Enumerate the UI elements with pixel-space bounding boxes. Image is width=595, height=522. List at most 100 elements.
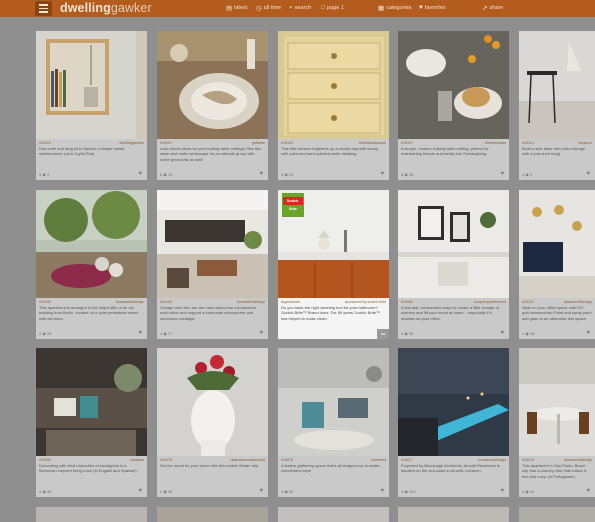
- post-stats-text: 4 ◉ 30: [401, 331, 414, 336]
- post-thumbnail[interactable]: [519, 348, 595, 456]
- post-card[interactable]: #19082 sumperrypreference A few fast, ine…: [398, 190, 509, 339]
- post-card[interactable]: #19076 homeworlddesign This apartment in …: [519, 348, 595, 497]
- post-card[interactable]: #19077 homeworlddesign Projected by Blomi…: [398, 348, 509, 497]
- nav-page[interactable]: □ page 1: [321, 4, 344, 11]
- post-description[interactable]: This little dresser brightens up a cloud…: [281, 146, 386, 168]
- post-stats-text: 8 ◉ 33: [401, 172, 414, 177]
- post-description[interactable]: Set the mood for your home with this fes…: [160, 463, 265, 485]
- post-card[interactable]: #19097 griffante Last minute ideas for yo…: [157, 31, 268, 180]
- post-card[interactable]: #19104 homeworlddesign Vintage and retro …: [157, 190, 268, 339]
- favorite-heart-icon[interactable]: ♥: [380, 488, 384, 494]
- post-card[interactable]: #19107 thefreekickss A simple, modern hol…: [398, 31, 509, 180]
- post-source[interactable]: vibeiswhatsname: [358, 141, 386, 145]
- post-card[interactable]: #19102 homeworlddesign This apartment is …: [36, 190, 147, 339]
- post-card-partial[interactable]: [157, 507, 268, 522]
- post-description[interactable]: A simple, modern holiday table setting, …: [401, 146, 506, 168]
- post-card-partial[interactable]: [36, 507, 147, 522]
- post-card[interactable]: #19103 vibeiswhatsname This little dresse…: [278, 31, 389, 180]
- post-thumbnail[interactable]: [398, 190, 509, 298]
- post-thumbnail[interactable]: [36, 31, 147, 139]
- post-card[interactable]: #19101 dwellinggawker Use crate and tang …: [36, 31, 147, 180]
- post-card[interactable]: #19078 homeedit A festive gathering space…: [278, 348, 389, 497]
- post-card[interactable]: #19122 apartmenttherapy Style on your off…: [519, 190, 595, 339]
- hamburger-menu-icon[interactable]: [35, 1, 52, 16]
- post-source[interactable]: casakiss: [130, 458, 144, 462]
- post-thumbnail[interactable]: [398, 348, 509, 456]
- post-source[interactable]: homeworlddesign: [116, 300, 144, 304]
- post-stats-text: 3 ◉ 59: [281, 489, 294, 494]
- post-meta: #19076 homeworlddesign: [522, 458, 592, 462]
- favorite-heart-icon[interactable]: ♥: [380, 171, 384, 177]
- sponsored-post-card[interactable]: Scotch-Brite #sponsored sponsored by scot…: [278, 190, 389, 339]
- post-source[interactable]: theatrics: [578, 141, 592, 145]
- post-thumbnail[interactable]: Scotch-Brite: [278, 190, 389, 298]
- post-source[interactable]: thefreekickss: [485, 141, 506, 145]
- post-thumbnail[interactable]: [278, 348, 389, 456]
- nav-favorites[interactable]: ♥ favorites: [419, 4, 446, 11]
- nav-share[interactable]: ↗ share: [482, 4, 503, 12]
- post-description[interactable]: Projected by Blomipage Architects, Amchi…: [401, 463, 506, 485]
- post-thumbnail[interactable]: [278, 31, 389, 139]
- post-stats: 4 ◉ 49 ♥: [39, 488, 144, 494]
- yellow-dresser-image: [278, 31, 389, 139]
- favorite-heart-icon[interactable]: ♥: [586, 488, 590, 494]
- post-id: #19078: [281, 458, 293, 462]
- post-thumbnail[interactable]: [157, 31, 268, 139]
- favorite-heart-icon[interactable]: ♥: [259, 171, 263, 177]
- post-description[interactable]: A few fast, inexpensive ways to create a…: [401, 305, 506, 327]
- post-source[interactable]: homeedit: [371, 458, 386, 462]
- post-source[interactable]: homeworlddesign: [564, 458, 592, 462]
- favorite-heart-icon[interactable]: ♥: [259, 488, 263, 494]
- post-source[interactable]: sponsored by scotch-brite: [345, 300, 386, 304]
- post-meta: #19079 delicatewoodwending: [160, 458, 265, 462]
- favorite-heart-icon[interactable]: ♥: [138, 171, 142, 177]
- post-source[interactable]: sumperrypreference: [474, 300, 506, 304]
- favorite-heart-icon[interactable]: ♥: [259, 330, 263, 336]
- post-thumbnail[interactable]: [519, 190, 595, 298]
- post-thumbnail[interactable]: [36, 190, 147, 298]
- post-description[interactable]: Do you have the right cleaning tool for …: [281, 305, 386, 327]
- nav-search[interactable]: ⌕ search: [289, 4, 311, 12]
- post-description[interactable]: This apartment in Sao Paulo, Brazil city…: [522, 463, 592, 485]
- post-description[interactable]: Vintage and retro are the main styles th…: [160, 305, 265, 327]
- post-card[interactable]: #19114 theatrics Build a side table with …: [519, 31, 595, 180]
- post-thumbnail[interactable]: [157, 190, 268, 298]
- post-description[interactable]: Style on your office space with DIY gold…: [522, 305, 592, 327]
- post-source[interactable]: homeworlddesign: [237, 300, 265, 304]
- post-meta: #19103 vibeiswhatsname: [281, 141, 386, 145]
- post-description[interactable]: This apartment is arranged in the bright…: [39, 305, 144, 327]
- post-source[interactable]: griffante: [252, 141, 265, 145]
- post-card-partial[interactable]: [278, 507, 389, 522]
- post-description[interactable]: Build a side table with extra storage wi…: [522, 146, 592, 168]
- post-thumbnail[interactable]: [519, 31, 595, 139]
- post-stats-text: 4 ◉ 9: [39, 172, 50, 177]
- post-thumbnail[interactable]: [398, 31, 509, 139]
- site-logo[interactable]: dwellinggawker: [60, 1, 152, 15]
- post-card-partial[interactable]: [398, 507, 509, 522]
- post-description[interactable]: Decorating with fresh branches of eucaly…: [39, 463, 144, 485]
- post-source[interactable]: delicatewoodwending: [231, 458, 265, 462]
- post-source[interactable]: homeworlddesign: [478, 458, 506, 462]
- post-description[interactable]: A festive gathering space that's all wra…: [281, 463, 386, 485]
- nav-latest[interactable]: ▤ latest: [226, 4, 247, 12]
- favorite-heart-icon[interactable]: ♥: [138, 488, 142, 494]
- post-card[interactable]: #19080 casakiss Decorating with fresh bra…: [36, 348, 147, 497]
- favorite-heart-icon[interactable]: ♥: [138, 330, 142, 336]
- favorite-heart-icon[interactable]: ♥: [586, 330, 590, 336]
- shelf-decor-image: [398, 190, 509, 298]
- post-thumbnail[interactable]: [157, 348, 268, 456]
- nav-categories[interactable]: ▦ categories: [378, 4, 412, 12]
- favorite-heart-icon[interactable]: ♥: [500, 330, 504, 336]
- categories-icon: ▦: [378, 5, 385, 12]
- favorite-heart-icon[interactable]: ♥: [500, 488, 504, 494]
- post-source[interactable]: apartmenttherapy: [564, 300, 592, 304]
- post-description[interactable]: Use crate and tang kit to fashion a simp…: [39, 146, 144, 168]
- favorite-heart-icon[interactable]: ♥: [500, 171, 504, 177]
- post-card-partial[interactable]: [519, 507, 595, 522]
- favorite-heart-icon[interactable]: ♥: [586, 171, 590, 177]
- post-source[interactable]: dwellinggawker: [119, 141, 144, 145]
- nav-all-time[interactable]: ◷ all time: [256, 4, 281, 12]
- post-description[interactable]: Last minute ideas for your holiday table…: [160, 146, 265, 168]
- post-card[interactable]: #19079 delicatewoodwending Set the mood f…: [157, 348, 268, 497]
- post-thumbnail[interactable]: [36, 348, 147, 456]
